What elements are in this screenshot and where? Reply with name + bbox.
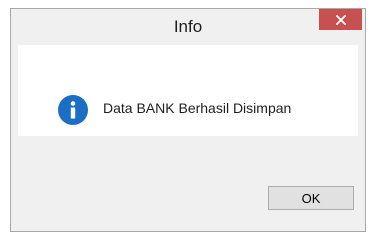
close-icon <box>335 14 346 25</box>
dialog-footer: OK <box>18 136 358 225</box>
dialog-content: Data BANK Berhasil Disimpan <box>18 45 358 136</box>
ok-button[interactable]: OK <box>268 186 354 210</box>
dialog-titlebar[interactable]: Info <box>11 9 365 45</box>
dialog-title: Info <box>173 17 203 36</box>
close-button[interactable] <box>319 9 362 30</box>
info-icon <box>58 95 88 125</box>
dialog-message: Data BANK Berhasil Disimpan <box>103 100 292 116</box>
info-dialog: Info Data BANK Berhasil Disimpan OK <box>10 8 366 232</box>
